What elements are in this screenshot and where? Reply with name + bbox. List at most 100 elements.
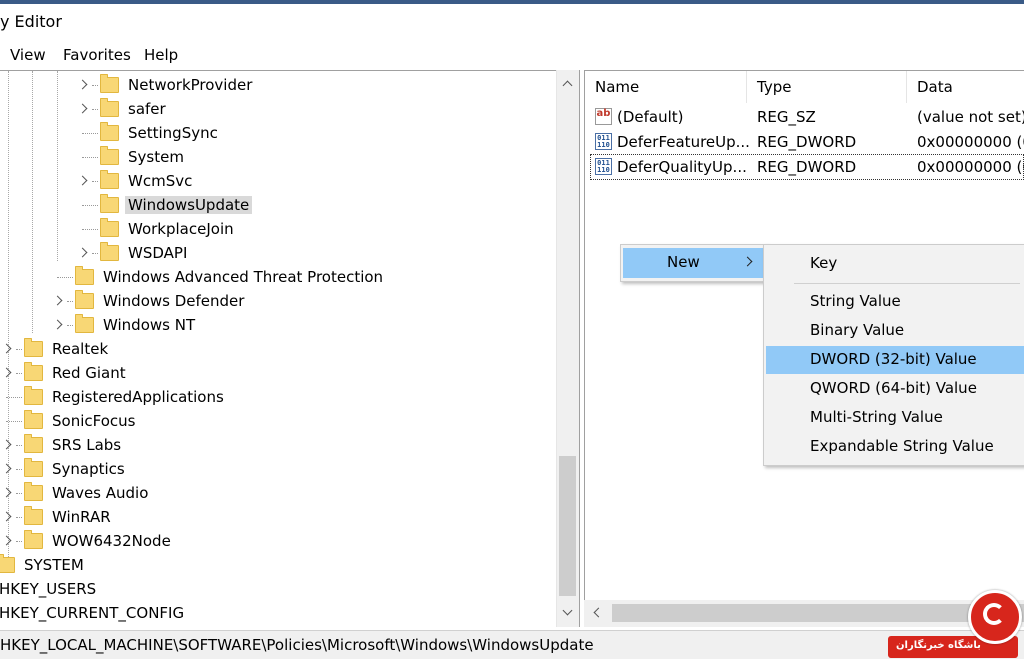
folder-icon — [24, 482, 43, 501]
tree-item-windows-nt[interactable]: Windows NT — [51, 313, 198, 337]
menu-item-dword-value[interactable]: DWORD (32-bit) Value — [766, 346, 1024, 374]
chevron-right-icon[interactable] — [0, 486, 14, 500]
tree-item-windows-defender[interactable]: Windows Defender — [51, 289, 247, 313]
scroll-left-icon[interactable] — [592, 608, 602, 618]
column-header-name[interactable]: Name — [585, 71, 747, 103]
tree-item-wsdapi[interactable]: WSDAPI — [76, 241, 190, 265]
chevron-right-icon[interactable] — [0, 510, 14, 524]
tree-item-realtek[interactable]: Realtek — [0, 337, 111, 361]
tree-item-system[interactable]: System — [82, 145, 187, 169]
tree-item-wow6432node[interactable]: WOW6432Node — [0, 529, 174, 553]
menu-item-string-value[interactable]: String Value — [766, 288, 1024, 316]
tree-connector — [57, 276, 73, 278]
tree-item-windows-advanced-threat-protection[interactable]: Windows Advanced Threat Protection — [57, 265, 386, 289]
menu-favorites[interactable]: Favorites — [63, 46, 131, 64]
menu-item-key[interactable]: Key — [766, 250, 1024, 278]
tree-item-label: WinRAR — [52, 508, 111, 526]
tree-connector — [82, 156, 98, 158]
tree-item-srs-labs[interactable]: SRS Labs — [0, 433, 124, 457]
tree-item-sonicfocus[interactable]: SonicFocus — [6, 409, 138, 433]
tree-item-synaptics[interactable]: Synaptics — [0, 457, 128, 481]
chevron-right-icon[interactable] — [51, 318, 65, 332]
tree-guide-line — [57, 71, 58, 261]
tree-item-label: HKEY_USERS — [0, 580, 97, 598]
folder-icon — [24, 506, 43, 525]
chevron-right-icon[interactable] — [76, 246, 90, 260]
value-name: DeferFeatureUp... — [617, 133, 750, 151]
menu-item-label: Multi-String Value — [810, 408, 943, 426]
tree-connector — [16, 372, 22, 374]
status-path: HKEY_LOCAL_MACHINE\SOFTWARE\Policies\Mic… — [0, 636, 594, 654]
tree-item-label: WcmSvc — [128, 172, 193, 190]
tree-connector — [82, 132, 98, 134]
menu-item-expandable-string-value[interactable]: Expandable String Value — [766, 433, 1024, 461]
tree-connector — [92, 252, 98, 254]
chevron-right-icon[interactable] — [76, 102, 90, 116]
chevron-right-icon[interactable] — [0, 342, 14, 356]
scroll-down-icon[interactable] — [557, 603, 579, 623]
tree-item-settingsync[interactable]: SettingSync — [82, 121, 221, 145]
tree-item-winrar[interactable]: WinRAR — [0, 505, 114, 529]
menu-item-multi-string-value[interactable]: Multi-String Value — [766, 404, 1024, 432]
values-horizontal-scrollbar[interactable] — [584, 600, 1024, 627]
tree-connector — [16, 444, 22, 446]
menu-item-new[interactable]: New — [623, 248, 765, 278]
tree-vertical-scrollbar[interactable] — [556, 70, 579, 627]
menu-item-label: Key — [810, 254, 838, 272]
tree-item-networkprovider[interactable]: NetworkProvider — [76, 73, 255, 97]
tree-guide-line — [32, 71, 33, 333]
watermark-logo-icon — [968, 590, 1022, 644]
menu-item-binary-value[interactable]: Binary Value — [766, 317, 1024, 345]
tree-item-safer[interactable]: safer — [76, 97, 169, 121]
folder-icon — [100, 170, 119, 189]
tree-connector — [6, 420, 22, 422]
tree-item-workplacejoin[interactable]: WorkplaceJoin — [82, 217, 237, 241]
column-header-data[interactable]: Data — [907, 71, 1024, 103]
folder-icon — [100, 122, 119, 141]
folder-icon — [24, 530, 43, 549]
scrollbar-thumb[interactable] — [559, 456, 576, 596]
value-data: (value not set) — [917, 108, 1024, 126]
tree-item-windowsupdate[interactable]: WindowsUpdate — [82, 193, 253, 217]
chevron-right-icon[interactable] — [0, 462, 14, 476]
scroll-up-icon[interactable] — [557, 74, 579, 94]
chevron-right-icon[interactable] — [76, 78, 90, 92]
tree-item-label: Windows Advanced Threat Protection — [103, 268, 384, 286]
tree-connector — [16, 492, 22, 494]
tree-item-label: WSDAPI — [128, 244, 188, 262]
value-row-deferfeatureupdates[interactable]: 011 110 DeferFeatureUp... REG_DWORD 0x000… — [591, 130, 1024, 154]
value-row-deferqualityupdates[interactable]: 011 110 DeferQualityUp... REG_DWORD 0x000… — [590, 154, 1024, 180]
folder-icon — [24, 458, 43, 477]
tree-item-registeredapplications[interactable]: RegisteredApplications — [6, 385, 227, 409]
value-row-default[interactable]: ab (Default) REG_SZ (value not set) — [591, 105, 1024, 129]
tree-connector — [92, 84, 98, 86]
tree-item-system-hive[interactable]: SYSTEM — [0, 553, 87, 577]
tree-item-label: WindowsUpdate — [125, 196, 253, 214]
chevron-right-icon[interactable] — [0, 438, 14, 452]
title-bar: y Editor — [0, 4, 1024, 40]
tree-item-hkey-users[interactable]: HKEY_USERS — [0, 577, 99, 601]
column-header-type[interactable]: Type — [747, 71, 907, 103]
tree-item-red-giant[interactable]: Red Giant — [0, 361, 129, 385]
chevron-right-icon[interactable] — [51, 294, 65, 308]
menu-item-label: String Value — [810, 292, 901, 310]
tree-item-hkey-current-config[interactable]: HKEY_CURRENT_CONFIG — [0, 601, 187, 625]
value-name: (Default) — [617, 108, 684, 126]
value-name: DeferQualityUp... — [617, 158, 747, 176]
chevron-right-icon[interactable] — [0, 534, 14, 548]
value-data: 0x00000000 (0) — [917, 133, 1024, 151]
chevron-right-icon[interactable] — [76, 174, 90, 188]
scrollbar-thumb[interactable] — [612, 604, 1024, 622]
tree-item-wcmsvc[interactable]: WcmSvc — [76, 169, 195, 193]
tree-item-label: NetworkProvider — [128, 76, 253, 94]
registry-tree[interactable]: NetworkProvider safer SettingSync System… — [0, 70, 580, 627]
menu-view[interactable]: View — [10, 46, 46, 64]
tree-item-label: WOW6432Node — [52, 532, 171, 550]
folder-icon — [100, 194, 119, 213]
tree-item-waves-audio[interactable]: Waves Audio — [0, 481, 151, 505]
tree-item-label: Realtek — [52, 340, 109, 358]
folder-icon — [100, 146, 119, 165]
chevron-right-icon[interactable] — [0, 366, 14, 380]
menu-help[interactable]: Help — [144, 46, 178, 64]
menu-item-qword-value[interactable]: QWORD (64-bit) Value — [766, 375, 1024, 403]
